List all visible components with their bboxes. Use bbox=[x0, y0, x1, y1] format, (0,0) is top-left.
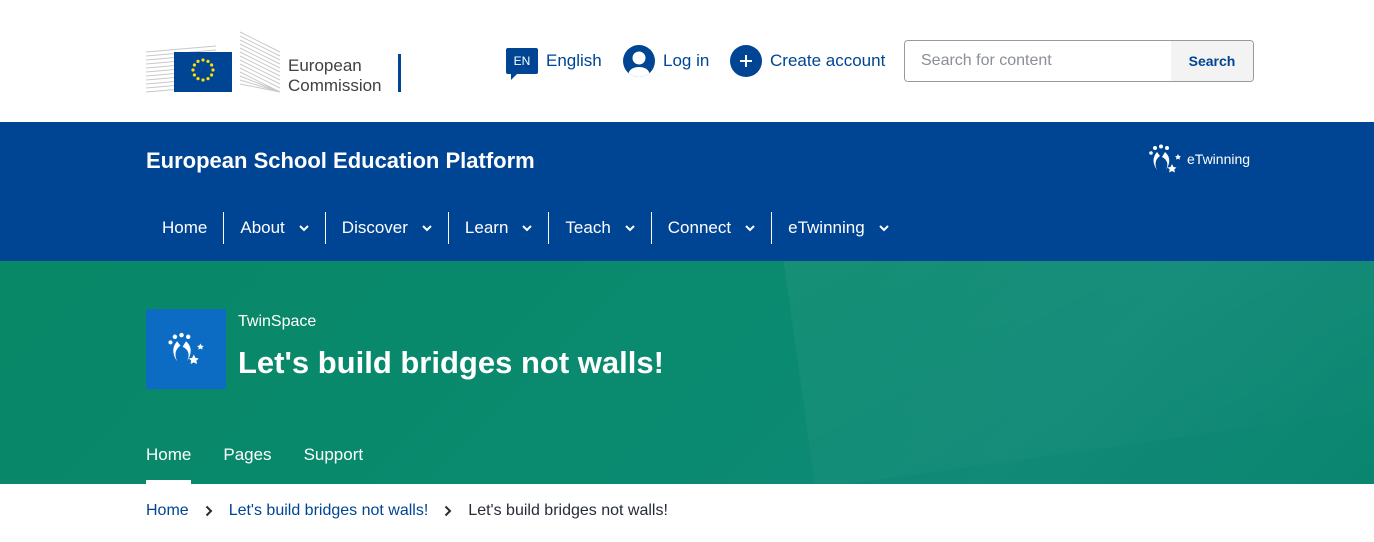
etwinning-logo-text: eTwinning bbox=[1187, 151, 1251, 167]
search-button[interactable]: Search bbox=[1171, 41, 1253, 81]
twinspace-logo bbox=[146, 309, 226, 389]
logo-divider bbox=[398, 54, 401, 92]
create-account-label: Create account bbox=[770, 51, 886, 70]
etwinning-figures-icon bbox=[1149, 144, 1181, 173]
twinspace-tabs: Home Pages Support bbox=[146, 445, 395, 484]
logo-line-2: Commission bbox=[288, 76, 382, 95]
etwinning-logo[interactable]: eTwinning bbox=[1147, 144, 1250, 174]
ec-building-icon bbox=[145, 31, 281, 93]
page-title: Let's build bridges not walls! bbox=[238, 345, 664, 380]
nav-item-learn[interactable]: Learn bbox=[449, 212, 548, 244]
chevron-right-icon bbox=[205, 505, 213, 517]
nav-label: Home bbox=[162, 218, 208, 237]
european-commission-logo[interactable]: European Commission bbox=[145, 26, 408, 96]
logo-text: European Commission bbox=[288, 56, 382, 96]
eu-flag-icon bbox=[174, 52, 232, 92]
nav-item-discover[interactable]: Discover bbox=[326, 212, 448, 244]
chevron-down-icon bbox=[422, 225, 432, 232]
site-header-band: European School Education Platform eTwin… bbox=[0, 122, 1374, 261]
nav-item-connect[interactable]: Connect bbox=[652, 212, 771, 244]
breadcrumb-home[interactable]: Home bbox=[146, 502, 189, 520]
nav-item-teach[interactable]: Teach bbox=[549, 212, 650, 244]
search-form: Search bbox=[904, 40, 1254, 82]
site-title[interactable]: European School Education Platform bbox=[146, 148, 535, 174]
nav-item-etwinning[interactable]: eTwinning bbox=[772, 212, 905, 244]
user-icon bbox=[623, 45, 655, 77]
chevron-down-icon bbox=[299, 225, 309, 232]
plus-icon bbox=[730, 45, 762, 77]
chevron-down-icon bbox=[522, 225, 533, 232]
tab-home[interactable]: Home bbox=[146, 445, 192, 484]
nav-label: About bbox=[240, 218, 285, 237]
twinspace-hero: TwinSpace Let's build bridges not walls!… bbox=[0, 261, 1374, 484]
logo-line-1: European bbox=[288, 56, 362, 75]
chevron-right-icon bbox=[445, 505, 452, 517]
nav-item-home[interactable]: Home bbox=[146, 212, 223, 244]
main-nav: Home About Discover Learn Teach Connect … bbox=[146, 212, 905, 244]
chevron-down-icon bbox=[625, 225, 635, 232]
create-account-link[interactable]: Create account bbox=[730, 44, 885, 78]
nav-label: eTwinning bbox=[788, 218, 865, 237]
nav-label: Learn bbox=[464, 218, 509, 237]
breadcrumb: Home Let's build bridges not walls! Let'… bbox=[146, 502, 668, 520]
etwinning-figures-icon bbox=[168, 332, 204, 364]
top-header: European Commission EN English Log in Cr… bbox=[0, 0, 1374, 122]
language-badge-icon: EN bbox=[506, 48, 538, 80]
nav-label: Teach bbox=[565, 218, 611, 237]
language-selector[interactable]: EN English bbox=[506, 44, 602, 80]
login-link[interactable]: Log in bbox=[623, 44, 709, 78]
search-input[interactable] bbox=[905, 41, 1171, 81]
breadcrumb-project[interactable]: Let's build bridges not walls! bbox=[229, 502, 429, 520]
nav-label: Discover bbox=[341, 218, 408, 237]
tab-pages[interactable]: Pages bbox=[223, 445, 271, 484]
chevron-down-icon bbox=[878, 225, 889, 232]
login-label: Log in bbox=[663, 51, 710, 70]
language-label: English bbox=[546, 51, 602, 70]
chevron-down-icon bbox=[745, 225, 755, 232]
nav-item-about[interactable]: About bbox=[224, 212, 324, 244]
tab-support[interactable]: Support bbox=[304, 445, 364, 484]
breadcrumb-current: Let's build bridges not walls! bbox=[468, 502, 668, 519]
nav-label: Connect bbox=[667, 218, 732, 237]
page-kicker: TwinSpace bbox=[238, 313, 317, 330]
